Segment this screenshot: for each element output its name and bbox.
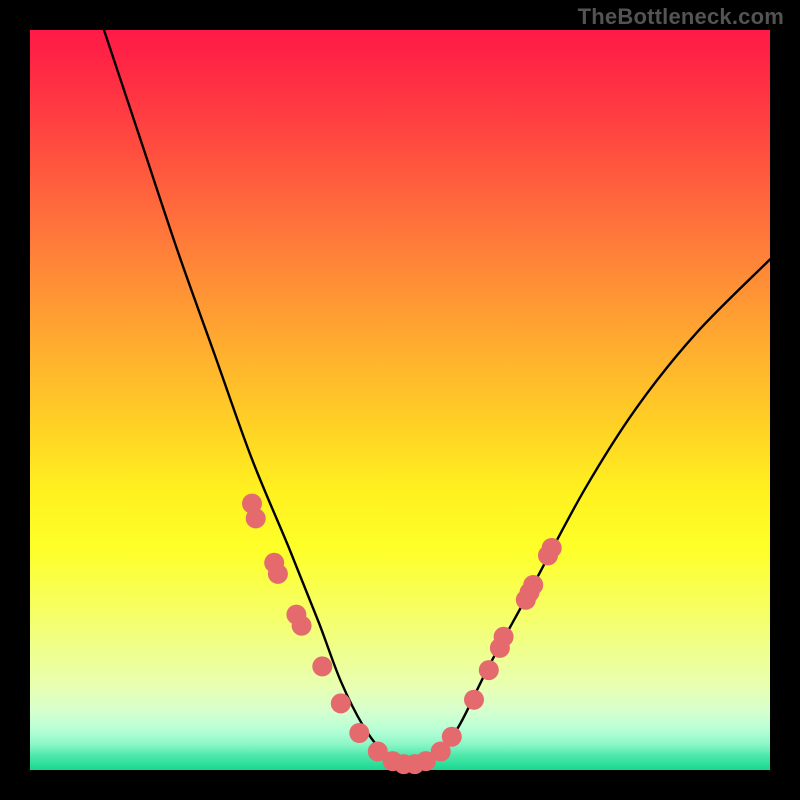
curve-marker [268,564,288,584]
bottleneck-curve [104,30,770,768]
chart-svg [30,30,770,770]
curve-marker [349,723,369,743]
curve-marker [479,660,499,680]
curve-marker [292,616,312,636]
chart-frame: TheBottleneck.com [0,0,800,800]
curve-marker [312,656,332,676]
curve-marker [542,538,562,558]
curve-marker [246,508,266,528]
plot-area [30,30,770,770]
curve-marker [442,727,462,747]
attribution-text: TheBottleneck.com [578,4,784,30]
curve-marker [494,627,514,647]
curve-markers [242,494,562,774]
curve-marker [523,575,543,595]
curve-marker [464,690,484,710]
curve-marker [331,693,351,713]
